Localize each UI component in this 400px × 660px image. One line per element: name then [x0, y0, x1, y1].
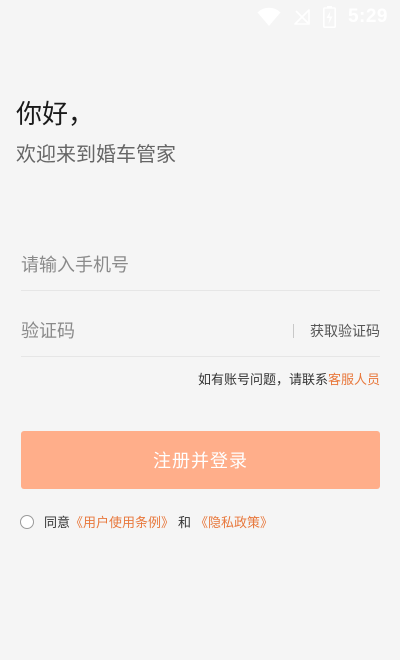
phone-input[interactable] [21, 245, 380, 285]
help-line: 如有账号问题，请联系客服人员 [198, 369, 380, 388]
register-login-button[interactable]: 注册并登录 [21, 431, 380, 489]
no-signal-icon [293, 8, 311, 26]
terms-link[interactable]: 《用户使用条例》 [70, 512, 174, 531]
status-time: 5:29 [347, 6, 388, 27]
agree-and: 和 [178, 516, 192, 531]
status-bar: 5:29 [0, 0, 400, 34]
agreement-row: 同意 《用户使用条例》 和 《隐私政策》 [20, 512, 273, 531]
get-code-button[interactable]: 获取验证码 [310, 321, 380, 341]
welcome-subtitle: 欢迎来到婚车管家 [16, 142, 176, 166]
agree-radio[interactable] [20, 514, 34, 529]
phone-field [21, 240, 380, 291]
login-page: 5:29 你好， 欢迎来到婚车管家 获取验证码 如有账号问题，请联系客服人员 注… [0, 0, 400, 660]
customer-service-link[interactable]: 客服人员 [328, 373, 380, 388]
code-field: 获取验证码 [21, 306, 380, 357]
battery-charging-icon [322, 6, 336, 28]
greeting-title: 你好， [16, 100, 95, 130]
code-divider [293, 324, 294, 338]
wifi-icon [257, 7, 281, 27]
code-input[interactable] [21, 311, 293, 351]
agree-prefix: 同意 [44, 516, 71, 531]
privacy-link[interactable]: 《隐私政策》 [195, 512, 273, 531]
help-text: 如有账号问题，请联系 [197, 373, 328, 388]
